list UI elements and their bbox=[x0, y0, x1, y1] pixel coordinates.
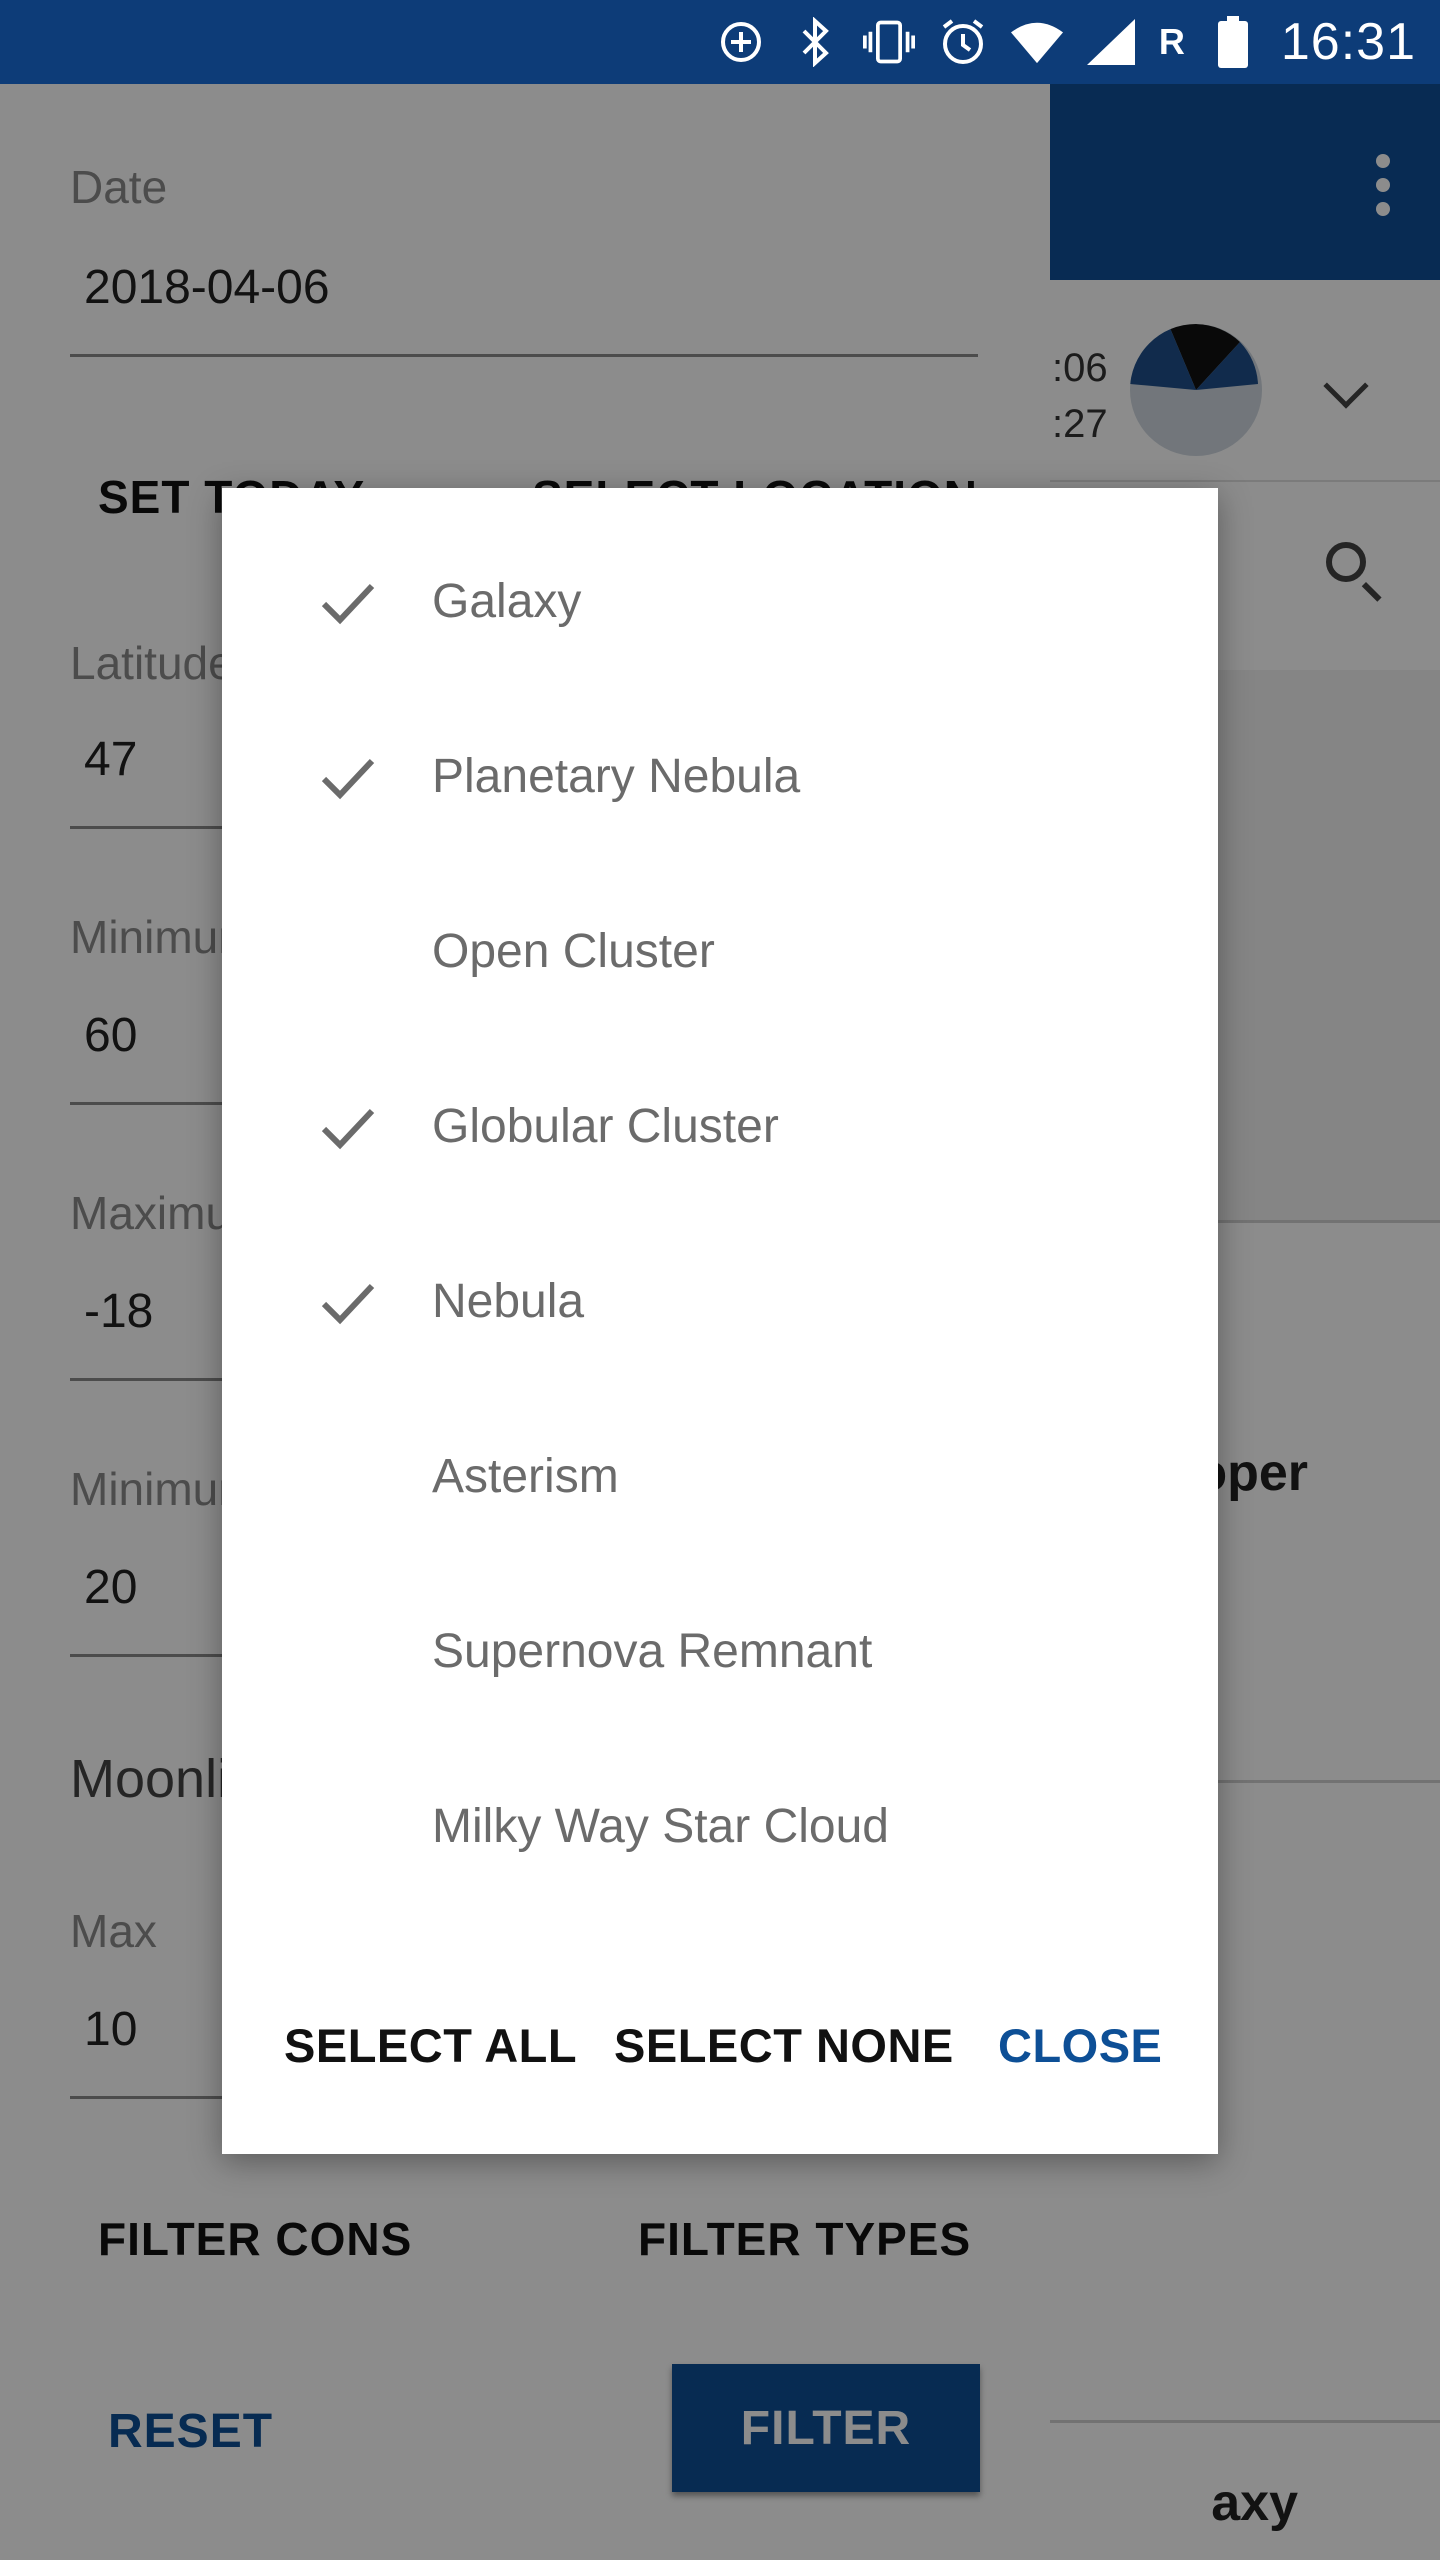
type-option-label: Nebula bbox=[432, 1275, 585, 1328]
type-option[interactable]: Nebula bbox=[222, 1214, 1218, 1389]
clock: 16:31 bbox=[1280, 13, 1416, 71]
type-option-label: Open Cluster bbox=[432, 925, 715, 978]
data-saver-icon bbox=[715, 16, 767, 68]
bluetooth-icon bbox=[789, 16, 841, 68]
type-option[interactable]: Galaxy bbox=[222, 514, 1218, 689]
type-option[interactable]: Asterism bbox=[222, 1389, 1218, 1564]
wifi-icon bbox=[1010, 16, 1063, 68]
check-icon bbox=[318, 1097, 378, 1157]
type-option-label: Asterism bbox=[432, 1450, 619, 1503]
type-option[interactable]: Globular Cluster bbox=[222, 1039, 1218, 1214]
type-option-label: Galaxy bbox=[432, 575, 582, 628]
type-option-label: Globular Cluster bbox=[432, 1100, 779, 1153]
check-icon bbox=[318, 747, 378, 807]
filter-types-dialog: Galaxy Planetary Nebula Open Cluster Globul… bbox=[222, 488, 1218, 2154]
select-all-button[interactable]: SELECT ALL bbox=[284, 2018, 577, 2073]
type-option-label: Planetary Nebula bbox=[432, 750, 801, 803]
vibrate-icon bbox=[862, 16, 915, 68]
signal-icon bbox=[1085, 16, 1137, 68]
select-none-button[interactable]: SELECT NONE bbox=[614, 2018, 954, 2073]
check-icon bbox=[318, 572, 378, 632]
dialog-actions: SELECT ALL SELECT NONE CLOSE bbox=[222, 2018, 1218, 2118]
check-icon bbox=[318, 1272, 378, 1332]
battery-icon bbox=[1207, 16, 1259, 68]
type-option[interactable]: Supernova Remnant bbox=[222, 1564, 1218, 1739]
close-button[interactable]: CLOSE bbox=[998, 2018, 1162, 2073]
type-option[interactable]: Open Cluster bbox=[222, 864, 1218, 1039]
status-bar: R 16:31 bbox=[0, 0, 1440, 84]
type-option-label: Supernova Remnant bbox=[432, 1625, 873, 1678]
type-option[interactable]: Milky Way Star Cloud bbox=[222, 1739, 1218, 1914]
alarm-icon bbox=[937, 16, 989, 68]
type-option[interactable]: Planetary Nebula bbox=[222, 689, 1218, 864]
roaming-indicator: R bbox=[1158, 21, 1185, 62]
type-option-label: Milky Way Star Cloud bbox=[432, 1800, 889, 1853]
